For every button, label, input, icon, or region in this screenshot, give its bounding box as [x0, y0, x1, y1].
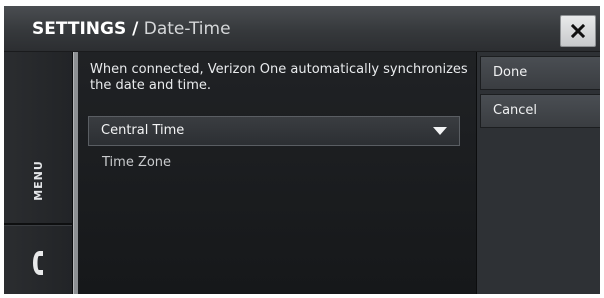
page-title: SETTINGS / Date-Time [32, 15, 231, 43]
title-sub: Date-Time [143, 19, 231, 39]
settings-screen: SETTINGS / Date-Time MENU When connected… [4, 6, 600, 294]
menu-label: MENU [31, 160, 45, 201]
done-button[interactable]: Done [480, 56, 600, 90]
timezone-label: Time Zone [102, 155, 172, 170]
close-button[interactable] [560, 15, 596, 47]
phone-button[interactable] [4, 226, 72, 294]
cancel-button[interactable]: Cancel [480, 94, 600, 128]
timezone-select[interactable]: Central Time [88, 116, 460, 146]
action-panel: Done Cancel [476, 52, 600, 294]
title-bar: SETTINGS / Date-Time [4, 6, 600, 52]
phone-icon [33, 251, 43, 275]
close-icon [571, 24, 585, 38]
menu-button[interactable]: MENU [4, 52, 72, 223]
left-rail: MENU [4, 52, 73, 294]
sync-info-text: When connected, Verizon One automaticall… [90, 62, 468, 93]
timezone-select-value: Central Time [101, 123, 185, 138]
content-area: When connected, Verizon One automaticall… [78, 52, 476, 294]
title-main: SETTINGS / [32, 19, 139, 39]
chevron-down-icon [433, 127, 447, 135]
